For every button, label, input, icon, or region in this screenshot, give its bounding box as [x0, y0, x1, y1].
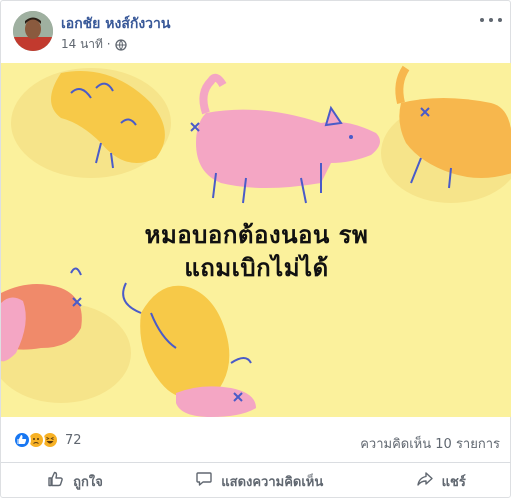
like-label: ถูกใจ	[73, 474, 103, 490]
share-label: แชร์	[441, 474, 466, 490]
reaction-count: 72	[65, 432, 82, 448]
post-timestamp[interactable]: 14 นาที ·	[61, 35, 111, 54]
post-header: เอกชัย หงส์กังวาน 14 นาที ·	[1, 1, 511, 63]
comment-icon	[195, 470, 213, 492]
avatar[interactable]	[13, 11, 53, 51]
post-stats: 72 ความคิดเห็น 10 รายการ	[1, 417, 511, 463]
like-button[interactable]: ถูกใจ	[47, 470, 103, 492]
author-name[interactable]: เอกชัย หงส์กังวาน	[61, 13, 170, 35]
comment-button[interactable]: แสดงความคิดเห็น	[195, 470, 323, 492]
comments-count[interactable]: ความคิดเห็น 10 รายการ	[360, 433, 500, 454]
image-caption-line2: แถมเบิกไม่ได้	[184, 254, 329, 282]
share-icon	[416, 470, 434, 492]
globe-icon[interactable]	[114, 38, 127, 51]
thumbs-up-icon	[47, 470, 65, 492]
post-meta: 14 นาที ·	[61, 35, 127, 54]
post-card: เอกชัย หงส์กังวาน 14 นาที · หมอบอกต้องนอ…	[0, 0, 511, 498]
more-options-icon[interactable]	[480, 13, 502, 27]
comment-label: แสดงความคิดเห็น	[221, 474, 324, 490]
reactions-summary[interactable]: 72	[13, 431, 82, 449]
post-actions: ถูกใจ แสดงความคิดเห็น แชร์	[1, 463, 511, 498]
post-image[interactable]: หมอบอกต้องนอน รพ แถมเบิกไม่ได้	[1, 63, 511, 417]
like-icon	[13, 431, 31, 449]
share-button[interactable]: แชร์	[416, 470, 466, 492]
